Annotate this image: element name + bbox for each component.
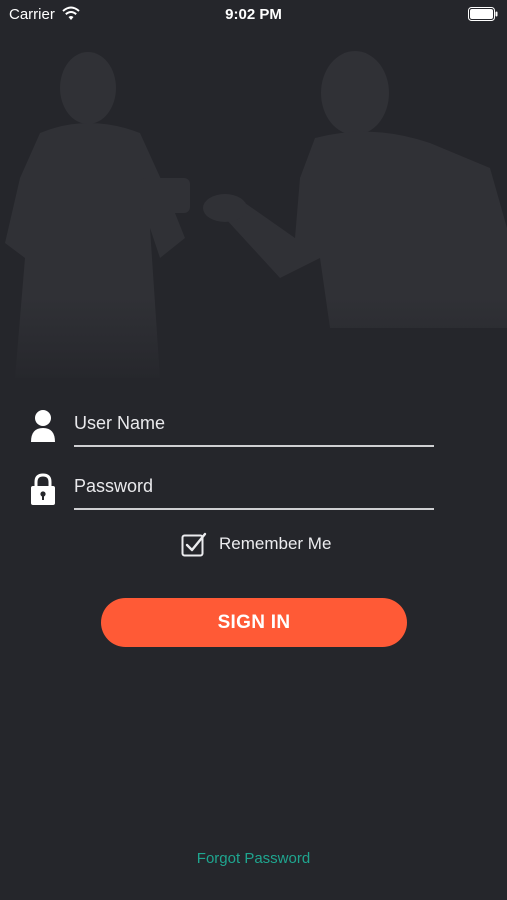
username-field <box>30 401 434 451</box>
sign-in-button[interactable]: SIGN IN <box>101 598 407 647</box>
remember-me-checkbox[interactable] <box>181 531 207 557</box>
remember-me-label: Remember Me <box>219 534 332 553</box>
user-icon <box>31 410 55 442</box>
username-input[interactable] <box>74 401 434 447</box>
status-bar: Carrier 9:02 PM <box>0 0 507 28</box>
hero-background-image <box>0 28 507 388</box>
password-input[interactable] <box>74 464 434 510</box>
password-field <box>30 464 434 514</box>
remember-me-row[interactable]: Remember Me <box>181 531 331 557</box>
forgot-password-link[interactable]: Forgot Password <box>0 850 507 867</box>
battery-icon <box>468 7 498 21</box>
status-time: 9:02 PM <box>225 6 282 23</box>
lock-icon <box>31 473 55 505</box>
